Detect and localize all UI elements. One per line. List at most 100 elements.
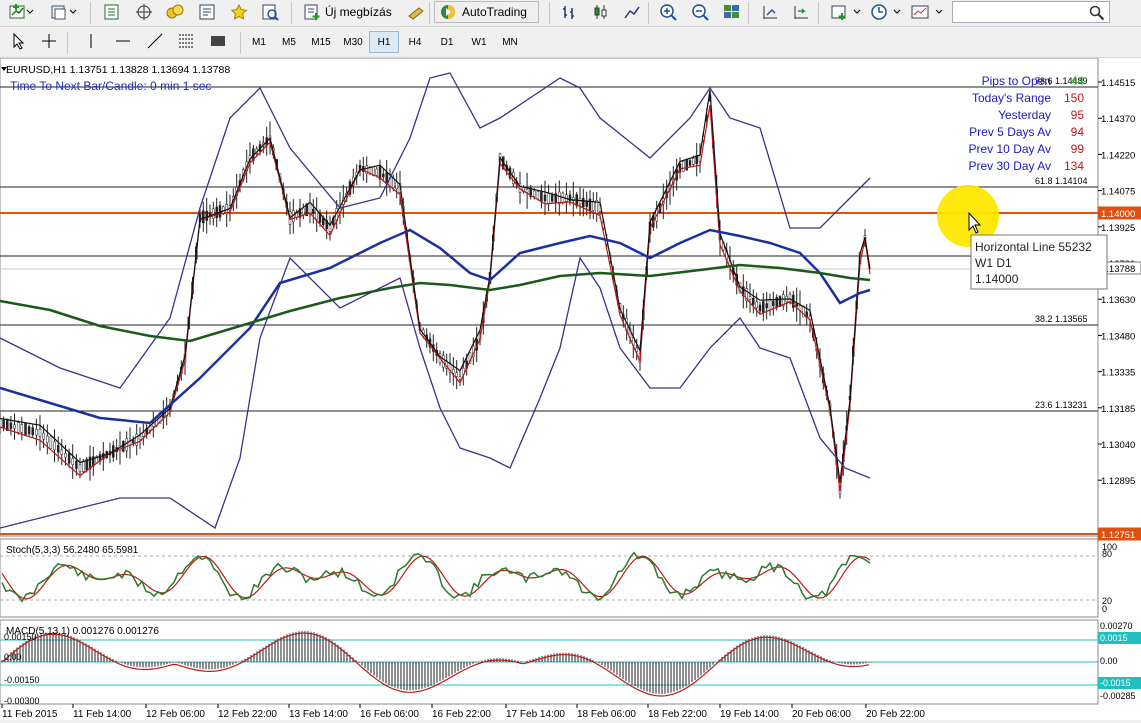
candle-body <box>205 210 208 221</box>
candlestick-button[interactable] <box>587 1 615 23</box>
macd-tick-label: -0.00285 <box>1100 691 1136 701</box>
crosshair-nav-button[interactable] <box>130 1 158 23</box>
timeframe-h1-button[interactable]: H1 <box>369 31 399 53</box>
price-tick-label: 1.13040 <box>1101 440 1135 451</box>
price-chart[interactable]: 78.6 1.1448961.8 1.1410438.2 1.1356523.6… <box>0 57 1141 720</box>
tile-windows-button[interactable] <box>718 1 746 23</box>
price-tick-label: 1.14515 <box>1101 78 1135 89</box>
candle-body <box>24 422 27 436</box>
main-toolbar: Új megbízás AutoTrading <box>0 0 1141 27</box>
chart-symbol-header: EURUSD,H1 1.13751 1.13828 1.13694 1.1378… <box>6 64 230 76</box>
new-order-button[interactable]: Új megbízás <box>298 1 396 23</box>
candle-body <box>308 202 312 214</box>
macd-tick-label: 0.0015 <box>1100 633 1128 643</box>
text-label-tool-button[interactable] <box>205 30 231 52</box>
market-watch-button[interactable] <box>98 1 126 23</box>
templates-button[interactable] <box>906 1 954 23</box>
candle-body <box>202 210 205 224</box>
zoom-in-button[interactable] <box>655 1 683 23</box>
search-input[interactable] <box>952 1 1110 23</box>
chart-shift-button[interactable] <box>756 1 784 23</box>
candle-body <box>452 369 455 374</box>
price-tick-label: 1.13630 <box>1101 295 1135 306</box>
candle-body <box>685 158 688 171</box>
new-order-label: Új megbízás <box>325 5 392 19</box>
time-axis-label: 12 Feb 22:00 <box>218 709 277 720</box>
strategy-tester-button[interactable] <box>256 1 284 23</box>
periods-button[interactable] <box>866 1 908 23</box>
trendline-tool-button[interactable] <box>142 30 168 52</box>
candle-body <box>458 376 462 380</box>
candle-body <box>125 438 128 451</box>
zoom-in-icon <box>660 4 677 21</box>
candle-body <box>762 301 765 313</box>
candle-body <box>688 160 692 166</box>
timeframe-m1-button[interactable]: M1 <box>244 31 274 53</box>
fib-label: 38.2 1.13565 <box>1035 314 1088 324</box>
stoch-pane <box>0 538 1099 618</box>
expert-advisors-button[interactable] <box>402 1 432 23</box>
timeframe-mn-button[interactable]: MN <box>495 31 525 53</box>
candle-body <box>212 208 215 219</box>
price-tick-label: 1.14370 <box>1101 114 1135 125</box>
time-axis-label: 11 Feb 2015 <box>2 709 58 720</box>
timeframe-d1-button[interactable]: D1 <box>432 31 462 53</box>
candle-body <box>578 198 582 205</box>
candle-body <box>765 303 768 309</box>
autoscroll-button[interactable] <box>787 1 815 23</box>
timeframe-m5-button[interactable]: M5 <box>274 31 304 53</box>
vertical-line-tool-button[interactable] <box>78 30 104 52</box>
stoch-label: Stoch(5,3,3) 56.2480 65.5981 <box>6 545 139 556</box>
time-axis-label: 18 Feb 22:00 <box>648 709 707 720</box>
candle-body <box>582 197 585 208</box>
time-axis-label: 16 Feb 22:00 <box>432 709 491 720</box>
info-label: Prev 5 Days Av <box>969 125 1051 139</box>
line-chart-icon <box>624 6 640 19</box>
fibonacci-tool-button[interactable] <box>173 30 199 52</box>
time-axis-label: 11 Feb 14:00 <box>73 709 132 720</box>
timeframe-h4-button[interactable]: H4 <box>400 31 430 53</box>
profiles-icon <box>51 5 77 20</box>
candle-body <box>27 426 31 435</box>
candle-body <box>20 424 24 433</box>
zoom-out-button[interactable] <box>687 1 715 23</box>
horizontal-line-tool-button[interactable] <box>110 30 136 52</box>
bar-chart-icon <box>563 6 574 19</box>
candle-body <box>9 422 13 429</box>
fibonacci-icon <box>179 34 193 48</box>
profiles-button[interactable] <box>45 1 83 23</box>
cursor-icon <box>13 32 25 50</box>
autotrading-label: AutoTrading <box>462 5 527 19</box>
candle-body <box>135 433 138 446</box>
data-window-button[interactable] <box>161 1 189 23</box>
chart-window[interactable]: 78.6 1.14489 61.8 1.14104 38.2 1.13565 23.6… <box>0 57 1141 720</box>
crosshair-tool-button[interactable] <box>36 30 62 52</box>
candle-body <box>543 194 547 202</box>
stoch-tick-label: 0 <box>1102 604 1107 614</box>
info-value: 95 <box>1071 108 1085 122</box>
macd-left-tick-label: -0.00150 <box>4 675 40 685</box>
bar-chart-button[interactable] <box>556 1 584 23</box>
candle-body <box>16 422 20 433</box>
terminal-button[interactable] <box>193 1 221 23</box>
fib-label: 23.6 1.13231 <box>1035 400 1088 410</box>
timeframe-m30-button[interactable]: M30 <box>338 31 368 53</box>
time-axis-label: 19 Feb 14:00 <box>720 709 779 720</box>
timeframe-m15-button[interactable]: M15 <box>306 31 336 53</box>
candle-body <box>215 206 218 219</box>
price-tick-label: 1.12895 <box>1101 476 1135 487</box>
line-chart-button[interactable] <box>618 1 646 23</box>
new-order-icon <box>304 4 320 20</box>
indicators-button[interactable] <box>826 1 868 23</box>
chart-shift-icon <box>763 6 777 19</box>
tooltip-line-1: Horizontal Line 55232 <box>975 240 1092 254</box>
timeframe-w1-button[interactable]: W1 <box>464 31 494 53</box>
candle-body <box>132 439 135 444</box>
macd-label: MACD(5,13,1) 0.001276 0.001276 <box>6 626 159 637</box>
cursor-tool-button[interactable] <box>5 30 31 52</box>
autotrading-button[interactable]: AutoTrading <box>434 1 539 23</box>
candle-body <box>64 453 67 458</box>
favorites-button[interactable] <box>225 1 253 23</box>
price-tick-label: 1.13480 <box>1101 331 1135 342</box>
new-chart-button[interactable] <box>4 1 38 23</box>
